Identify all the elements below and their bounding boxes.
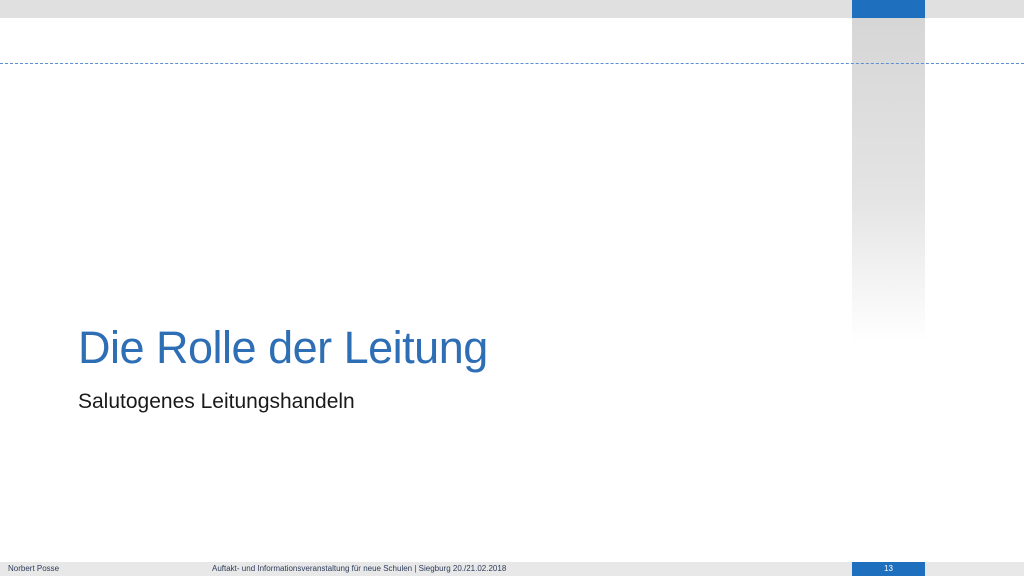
slide-title: Die Rolle der Leitung	[78, 322, 488, 373]
side-gradient-column	[852, 18, 925, 343]
slide-subtitle: Salutogenes Leitungshandeln	[78, 390, 355, 413]
footer-event: Auftakt- und Informationsveranstaltung f…	[212, 564, 507, 573]
footer-author: Norbert Posse	[8, 564, 60, 573]
top-accent-block	[852, 0, 925, 18]
page-number: 13	[884, 564, 893, 573]
footer-page-box: 13	[852, 562, 925, 576]
header-divider	[0, 63, 1024, 64]
